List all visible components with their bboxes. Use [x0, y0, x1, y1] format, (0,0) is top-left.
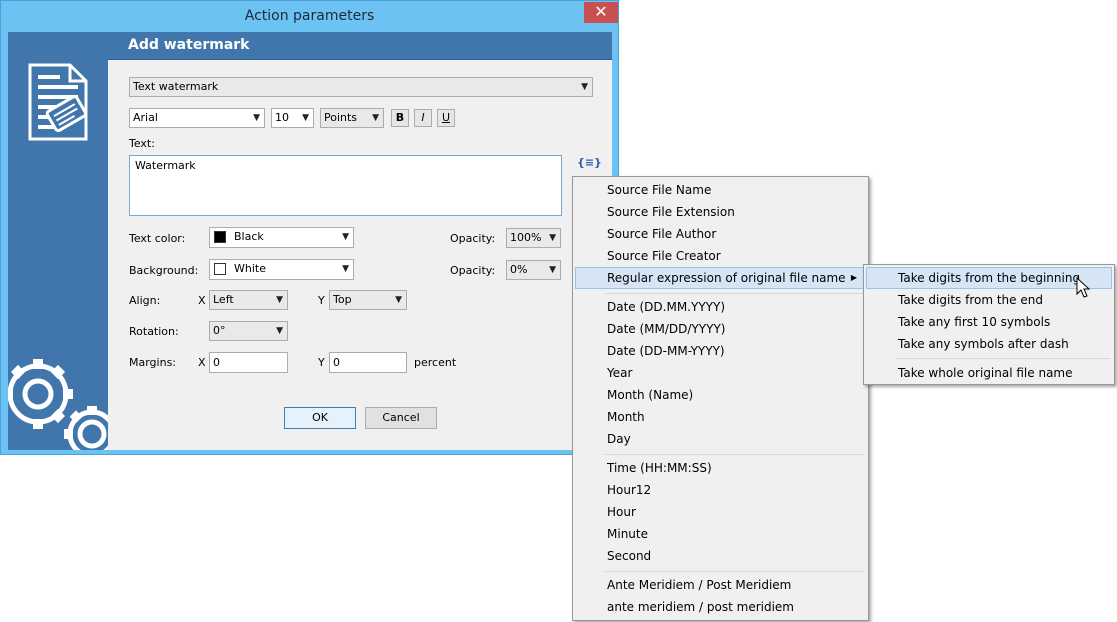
align-x-label: X — [198, 294, 206, 307]
submenu-item-first-10-symbols[interactable]: Take any first 10 symbols — [866, 311, 1112, 333]
dialog-window: Action parameters ✕ Add watermark Text w… — [0, 0, 619, 455]
font-name-select[interactable]: Arial ▼ — [129, 108, 265, 128]
align-y-value: Top — [333, 293, 352, 306]
chevron-down-icon: ▼ — [549, 233, 556, 243]
rotation-label: Rotation: — [129, 325, 179, 338]
ok-button[interactable]: OK — [284, 407, 356, 429]
menu-item-source-file-name[interactable]: Source File Name — [575, 179, 866, 201]
margin-y-input[interactable]: 0 — [329, 352, 407, 373]
bold-button[interactable]: B — [391, 109, 409, 127]
menu-item-source-file-extension[interactable]: Source File Extension — [575, 201, 866, 223]
mouse-cursor-icon — [1076, 277, 1091, 298]
menu-item-second[interactable]: Second — [575, 545, 866, 567]
menu-separator — [605, 293, 864, 294]
font-size-select[interactable]: 10 ▼ — [271, 108, 314, 128]
menu-item-hour[interactable]: Hour — [575, 501, 866, 523]
menu-item-month[interactable]: Month — [575, 406, 866, 428]
background-opacity-label: Opacity: — [450, 264, 496, 277]
menu-item-month-name[interactable]: Month (Name) — [575, 384, 866, 406]
chevron-down-icon: ▼ — [549, 265, 556, 275]
submenu-item-symbols-after-dash[interactable]: Take any symbols after dash — [866, 333, 1112, 355]
background-color-select[interactable]: White ▼ — [209, 259, 354, 280]
underline-button[interactable]: U — [437, 109, 455, 127]
rotation-select[interactable]: 0° ▼ — [209, 321, 288, 341]
chevron-down-icon: ▼ — [581, 82, 588, 92]
text-color-label: Text color: — [129, 232, 186, 245]
menu-item-source-file-creator[interactable]: Source File Creator — [575, 245, 866, 267]
document-icon — [28, 63, 88, 141]
chevron-down-icon: ▼ — [342, 264, 349, 274]
chevron-down-icon: ▼ — [395, 295, 402, 305]
italic-button[interactable]: I — [414, 109, 432, 127]
watermark-type-select[interactable]: Text watermark ▼ — [129, 77, 593, 97]
submenu-arrow-icon: ▶ — [850, 273, 857, 282]
margin-x-input[interactable]: 0 — [209, 352, 288, 373]
watermark-text-value: Watermark — [135, 159, 196, 172]
watermark-type-value: Text watermark — [133, 80, 219, 93]
size-unit-value: Points — [324, 111, 358, 124]
menu-item-hour12[interactable]: Hour12 — [575, 479, 866, 501]
background-color-swatch — [214, 263, 226, 275]
chevron-down-icon: ▼ — [302, 113, 309, 123]
font-name-value: Arial — [133, 111, 158, 124]
text-color-swatch — [214, 231, 226, 243]
menu-item-regular-expression-label: Regular expression of original file name — [607, 271, 846, 285]
menu-separator — [605, 571, 864, 572]
submenu-item-whole-file-name[interactable]: Take whole original file name — [866, 362, 1112, 384]
chevron-down-icon: ▼ — [253, 113, 260, 123]
size-unit-select[interactable]: Points ▼ — [320, 108, 384, 128]
chevron-down-icon: ▼ — [372, 113, 379, 123]
margins-label: Margins: — [129, 356, 177, 369]
text-label: Text: — [129, 137, 155, 150]
menu-item-date-mmddyyyy[interactable]: Date (MM/DD/YYYY) — [575, 318, 866, 340]
align-x-select[interactable]: Left ▼ — [209, 290, 288, 310]
dialog-header: Add watermark — [108, 32, 612, 60]
align-y-label: Y — [318, 294, 325, 307]
background-opacity-value: 0% — [510, 263, 528, 276]
window-title: Action parameters — [244, 8, 375, 24]
menu-item-am-pm-lower[interactable]: ante meridiem / post meridiem — [575, 596, 866, 618]
menu-separator — [605, 454, 864, 455]
sidebar-panel — [8, 32, 108, 450]
insert-macro-icon[interactable]: {≡} — [577, 156, 602, 169]
rotation-value: 0° — [213, 324, 226, 337]
background-opacity-select[interactable]: 0% ▼ — [506, 260, 561, 280]
align-x-value: Left — [213, 293, 234, 306]
macro-menu: Source File Name Source File Extension S… — [572, 176, 869, 621]
menu-item-date-dd-mm-yyyy[interactable]: Date (DD-MM-YYYY) — [575, 340, 866, 362]
menu-item-source-file-author[interactable]: Source File Author — [575, 223, 866, 245]
watermark-text-area[interactable]: Watermark — [129, 155, 562, 216]
align-label: Align: — [129, 294, 161, 307]
menu-item-year[interactable]: Year — [575, 362, 866, 384]
font-size-value: 10 — [275, 111, 289, 124]
align-y-select[interactable]: Top ▼ — [329, 290, 407, 310]
menu-item-am-pm-upper[interactable]: Ante Meridiem / Post Meridiem — [575, 574, 866, 596]
title-bar[interactable]: Action parameters ✕ — [1, 1, 618, 32]
margin-x-label: X — [198, 356, 206, 369]
chevron-down-icon: ▼ — [276, 295, 283, 305]
menu-item-day[interactable]: Day — [575, 428, 866, 450]
menu-separator — [896, 358, 1110, 359]
text-opacity-value: 100% — [510, 231, 542, 244]
background-color-value: White — [234, 262, 266, 275]
menu-item-date-ddmmyyyy[interactable]: Date (DD.MM.YYYY) — [575, 296, 866, 318]
menu-item-time[interactable]: Time (HH:MM:SS) — [575, 457, 866, 479]
text-opacity-label: Opacity: — [450, 232, 496, 245]
text-opacity-select[interactable]: 100% ▼ — [506, 228, 561, 248]
text-color-value: Black — [234, 230, 264, 243]
menu-item-minute[interactable]: Minute — [575, 523, 866, 545]
chevron-down-icon: ▼ — [342, 232, 349, 242]
menu-item-regular-expression[interactable]: Regular expression of original file name… — [575, 267, 866, 289]
text-color-select[interactable]: Black ▼ — [209, 227, 354, 248]
header-title: Add watermark — [128, 37, 250, 53]
background-label: Background: — [129, 264, 199, 277]
chevron-down-icon: ▼ — [276, 326, 283, 336]
close-button[interactable]: ✕ — [584, 2, 618, 23]
margin-y-label: Y — [318, 356, 325, 369]
dialog-client-area: Add watermark Text watermark ▼ Arial ▼ 1… — [8, 32, 612, 450]
cancel-button[interactable]: Cancel — [365, 407, 437, 429]
margins-unit-label: percent — [414, 356, 457, 369]
gears-icon — [8, 359, 108, 450]
